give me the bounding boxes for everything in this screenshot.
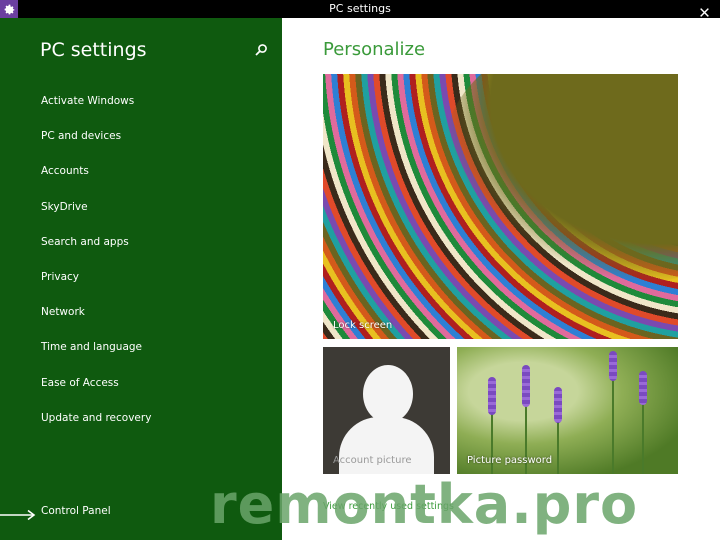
- lavender-flower: [639, 371, 647, 405]
- lock-screen-image: [443, 74, 678, 284]
- lavender-flower: [488, 377, 496, 415]
- sidebar-item-time-and-language[interactable]: Time and language: [41, 340, 151, 375]
- lavender-flower: [522, 365, 530, 407]
- watermark: remontka.pro: [210, 473, 639, 536]
- sidebar-heading: PC settings: [40, 39, 147, 61]
- arrow-right-icon: [0, 506, 38, 521]
- search-icon[interactable]: [254, 42, 268, 56]
- sidebar-nav: Activate Windows PC and devices Accounts…: [41, 94, 151, 446]
- lock-screen-label: Lock screen: [333, 320, 393, 331]
- sidebar-item-network[interactable]: Network: [41, 305, 151, 340]
- user-avatar-icon: [363, 365, 413, 423]
- sidebar-item-search-and-apps[interactable]: Search and apps: [41, 235, 151, 270]
- control-panel-link[interactable]: Control Panel: [41, 505, 111, 517]
- title-bar: PC settings: [0, 0, 720, 18]
- lavender-flower: [609, 351, 617, 381]
- picture-password-tile[interactable]: Picture password: [457, 347, 678, 474]
- lock-screen-tile[interactable]: Lock screen: [323, 74, 678, 339]
- account-picture-tile[interactable]: Account picture: [323, 347, 450, 474]
- sidebar: PC settings Activate Windows PC and devi…: [0, 18, 282, 540]
- sidebar-item-pc-and-devices[interactable]: PC and devices: [41, 129, 151, 164]
- lavender-flower: [554, 387, 562, 423]
- page-title: Personalize: [323, 39, 426, 60]
- window-title: PC settings: [329, 2, 391, 15]
- sidebar-item-activate-windows[interactable]: Activate Windows: [41, 94, 151, 129]
- sidebar-item-update-and-recovery[interactable]: Update and recovery: [41, 411, 151, 446]
- close-icon[interactable]: [699, 3, 710, 17]
- picture-password-label: Picture password: [467, 455, 553, 466]
- sidebar-item-skydrive[interactable]: SkyDrive: [41, 200, 151, 235]
- sidebar-item-accounts[interactable]: Accounts: [41, 164, 151, 199]
- account-picture-label: Account picture: [333, 455, 412, 466]
- content-pane: Personalize Lock screen Account picture …: [282, 18, 720, 540]
- sidebar-item-privacy[interactable]: Privacy: [41, 270, 151, 305]
- sidebar-item-ease-of-access[interactable]: Ease of Access: [41, 376, 151, 411]
